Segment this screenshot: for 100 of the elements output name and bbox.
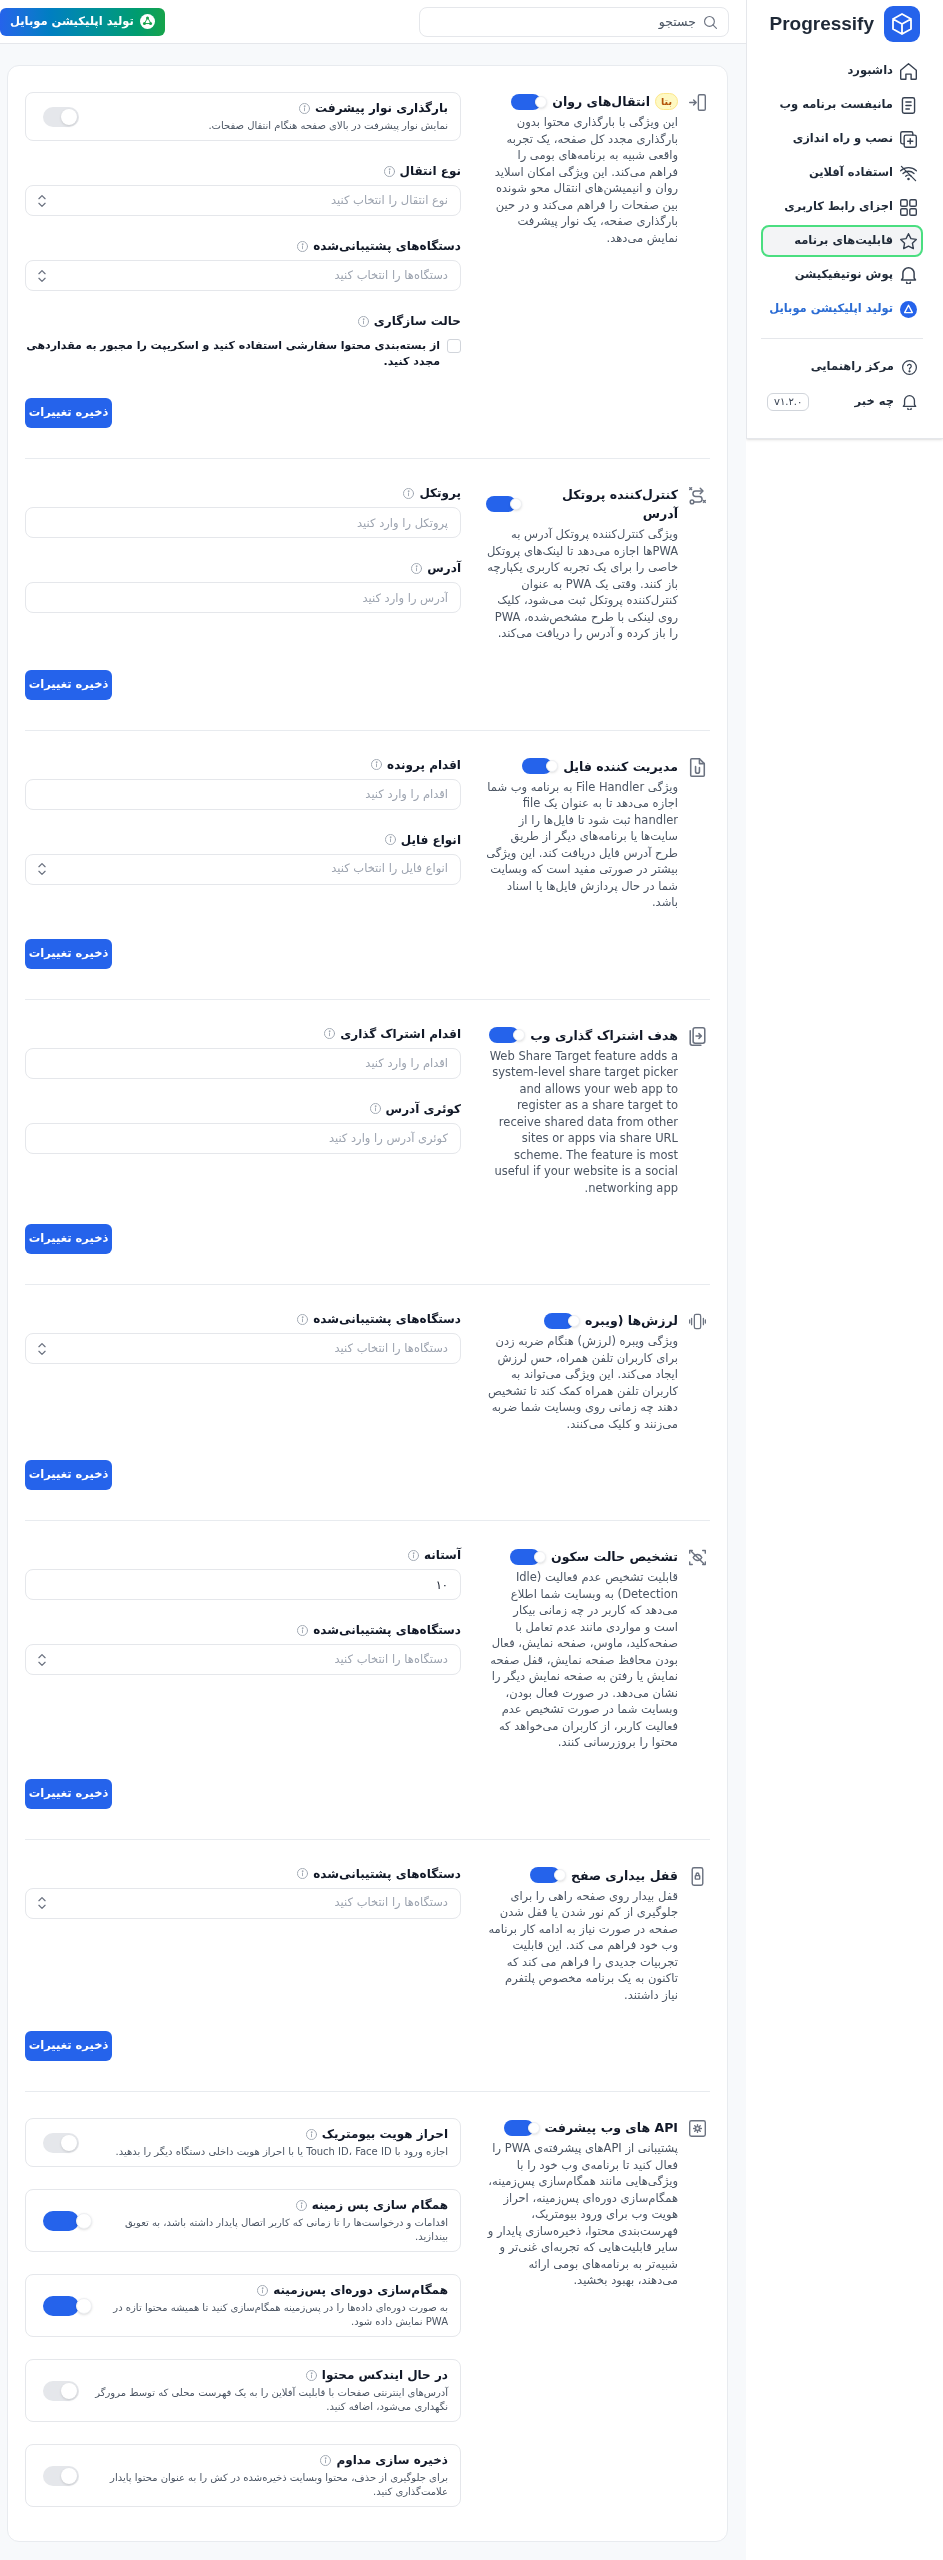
section-title: هدف اشتراک گذاری وب xyxy=(530,1026,678,1045)
select-field[interactable]: انواع فایل را انتخاب کنید xyxy=(25,853,461,885)
toggle-switch[interactable] xyxy=(43,106,79,127)
field-label: اقدام پرونده xyxy=(387,756,461,773)
info-icon[interactable] xyxy=(297,1624,309,1636)
info-icon[interactable] xyxy=(297,1868,309,1879)
field-label: کوئری آدرس xyxy=(385,1100,461,1117)
eye-off-icon xyxy=(689,1548,706,1567)
setting-description: اجازه ورود با Touch ID، Face ID یا با احراز هویت داخلی دستگاه دیگر را بدهید. xyxy=(115,2145,448,2159)
toggle-switch[interactable] xyxy=(43,2295,93,2316)
info-icon[interactable] xyxy=(299,103,311,114)
text-field[interactable]: ۱۰ xyxy=(25,1569,461,1600)
toggle-switch[interactable] xyxy=(489,1027,526,1043)
cube-logo-icon[interactable] xyxy=(884,6,920,42)
sidebar-item[interactable]: استفاده آفلاین xyxy=(761,157,923,189)
save-button[interactable]: ذخیره تغییرات xyxy=(25,398,112,428)
info-icon[interactable] xyxy=(384,834,396,845)
toggle-switch[interactable] xyxy=(543,1312,580,1329)
save-button[interactable]: ذخیره تغییرات xyxy=(25,1460,112,1490)
field-label: نوع انتقال xyxy=(399,163,461,179)
generate-app-button[interactable]: تولید اپلیکیشن موبایل xyxy=(0,7,165,36)
sidebar-item[interactable]: پوش نوتیفیکیشن xyxy=(761,259,923,291)
toggle-switch[interactable] xyxy=(529,1867,566,1883)
toggle-switch[interactable] xyxy=(511,93,548,110)
copy-plus-icon xyxy=(900,130,917,148)
field-label: حالت سازگاری xyxy=(373,313,461,329)
brand-name: Progressify xyxy=(769,11,874,36)
sidebar-item[interactable]: قابلیت‌های برنامه xyxy=(761,225,923,257)
info-icon[interactable] xyxy=(320,2455,332,2466)
info-icon[interactable] xyxy=(257,2285,269,2296)
text-field[interactable]: اقدام را وارد کنید xyxy=(25,1047,461,1079)
info-icon[interactable] xyxy=(369,1103,381,1114)
beta-badge: بتا xyxy=(655,93,678,110)
section-description: ویژگی File Handler به برنامه وب شما اجازه می‌دهد تا به عنوان یک file handler ثبت شود تا فایل‌ها را از سایت‌ها یا برنامه‌های دیگر از طریق طرح آدرس فایل دریافت کند. این ویژگی بیشتر در صورتی مفید است که وبسایت شما در حال پردازش فایل‌ها یا اسناد باشد. xyxy=(486,778,678,911)
info-icon[interactable] xyxy=(324,1028,336,1039)
info-icon[interactable] xyxy=(305,2129,317,2140)
toggle-switch[interactable] xyxy=(43,2132,79,2153)
setting-description: اقدامات و درخواست‌ها را تا زمانی که کاربر اتصال پایدار داشته باشد، به تعویق بیندازید. xyxy=(123,2216,448,2244)
sidebar-item[interactable]: مرکز راهنمایی xyxy=(761,351,923,383)
info-icon[interactable] xyxy=(297,240,309,252)
select-field[interactable]: دستگاه‌ها را انتخاب کنید xyxy=(25,1887,461,1919)
toggle-switch[interactable] xyxy=(43,2465,79,2486)
toggle-switch[interactable] xyxy=(503,2119,540,2136)
checkbox[interactable] xyxy=(447,339,461,353)
info-icon[interactable] xyxy=(371,759,383,770)
sidebar-item[interactable]: نصب و راه اندازی xyxy=(761,123,923,155)
text-field[interactable]: اقدام را وارد کنید xyxy=(25,778,461,810)
text-field[interactable]: آدرس را وارد کنید xyxy=(25,582,461,613)
select-field[interactable]: دستگاه‌ها را انتخاب کنید xyxy=(25,1644,461,1675)
share-phone-icon xyxy=(689,1026,706,1046)
save-button[interactable]: ذخیره تغییرات xyxy=(25,669,112,700)
toggle-switch[interactable] xyxy=(486,496,522,512)
save-button[interactable]: ذخیره تغییرات xyxy=(25,2031,112,2061)
select-field[interactable]: دستگاه‌ها را انتخاب کنید xyxy=(25,1333,461,1364)
chevron-up-down-icon xyxy=(38,194,46,207)
info-icon[interactable] xyxy=(305,2370,317,2381)
chevron-up-down-icon xyxy=(38,1342,46,1355)
section-description: قابلیت تشخیص عدم فعالیت (Idle Detection) به وبسایت شما اطلاع می‌دهد که کاربر در چه زمانی بیکار است و مواردی مانند عدم تعامل با صفحه‌کلید، ماوس، صفحه نمایش، فعال بودن محافظ صفحه نمایش، قفل صفحه نمایش یا رفتن به صفحه نمایش دیگر را نشان می‌دهد. در صورت فعال بودن، وبسایت شما در صورت تشخیص عدم فعالیت کاربر، از کاربران می‌خواهد که محتوا را بروزرسانی کنند. xyxy=(489,1569,678,1751)
text-field[interactable]: پروتکل را وارد کنید xyxy=(25,507,461,538)
field-label: انواع فایل xyxy=(400,831,461,848)
select-field[interactable]: دستگاه‌ها را انتخاب کنید xyxy=(25,260,461,291)
section-description: ویژگی ویبره (لرزش) هنگام ضربه زدن برای کاربران تلفن همراه، حس لرزش ایجاد می‌کند. این ویژگی می‌تواند به کاربران تلفن همراه کمک کند تا تشخیص دهند چه زمانی روی وبسایت شما ضربه می‌زنند و کلیک می‌کنند. xyxy=(486,1333,678,1432)
star-icon xyxy=(900,232,917,250)
info-icon[interactable] xyxy=(403,487,415,499)
section-title: API های وب پیشرفت xyxy=(544,2119,678,2137)
sidebar-item[interactable]: چه خبر v۱.۲.۰ xyxy=(761,386,923,418)
home-icon xyxy=(900,62,917,80)
info-icon[interactable] xyxy=(297,1313,309,1325)
search-icon xyxy=(704,15,717,29)
save-button[interactable]: ذخیره تغییرات xyxy=(25,1224,112,1254)
setting-description: آدرس‌های اینترنتی صفحات با قابلیت آفلاین را به یک فهرست محلی که توسط مرورگر نگهداری می‌شود، اضافه کنید. xyxy=(93,2386,448,2414)
setting-title: همگام سازی پس زمینه xyxy=(311,2197,448,2214)
toggle-switch[interactable] xyxy=(43,2210,93,2231)
sidebar-item[interactable]: داشبورد xyxy=(761,55,923,87)
bell-icon xyxy=(902,394,917,410)
sidebar-item[interactable]: اجزای رابط کاربری xyxy=(761,191,923,223)
sidebar-item[interactable]: تولید اپلیکیشن موبایل xyxy=(761,293,923,325)
save-button[interactable]: ذخیره تغییرات xyxy=(25,938,112,969)
field-label: آدرس xyxy=(427,560,461,576)
save-button[interactable]: ذخیره تغییرات xyxy=(25,1778,112,1809)
toggle-switch[interactable] xyxy=(43,2380,79,2401)
version-badge: v۱.۲.۰ xyxy=(767,393,810,411)
section-description: پشتیبانی از APIهای پیشرفته‌ی PWA را فعال کنید تا برنامه‌ی وب خود را با ویژگی‌هایی مانند همگام‌سازی پس‌زمینه، همگام‌سازی دوره‌ای پس‌زمینه، احراز هویت وب برای ورود بیومتریک، فهرست‌بندی محتوا، ذخیره‌سازی پایدار و سایر قابلیت‌هایی که تجربه‌ای غنی‌تر و شبیه‌تر به برنامه‌های بومی ارائه می‌دهند، بهبود بخشید. xyxy=(486,2140,678,2289)
setting-title: ذخیره سازی مداوم xyxy=(336,2452,448,2469)
field-label: دستگاه‌های پشتیبانی‌شده xyxy=(313,1311,461,1327)
search-field[interactable]: جستجو xyxy=(419,6,729,37)
info-icon[interactable] xyxy=(407,1549,419,1561)
info-icon[interactable] xyxy=(383,165,395,177)
chevron-up-down-icon xyxy=(38,863,46,875)
select-field[interactable]: نوع انتقال را انتخاب کنید xyxy=(25,185,461,216)
info-icon[interactable] xyxy=(295,2200,307,2211)
setting-title: بارگذاری نوار پیشرفت xyxy=(315,100,448,117)
nodes-icon xyxy=(139,14,155,29)
toggle-switch[interactable] xyxy=(522,758,559,774)
text-field[interactable]: کوئری آدرس را وارد کنید xyxy=(25,1122,461,1154)
sidebar-item[interactable]: مانیفست برنامه وب xyxy=(761,89,923,121)
toggle-switch[interactable] xyxy=(510,1548,546,1565)
info-icon[interactable] xyxy=(411,562,423,574)
enter-arrow-icon xyxy=(689,93,706,112)
info-icon[interactable] xyxy=(357,315,369,327)
